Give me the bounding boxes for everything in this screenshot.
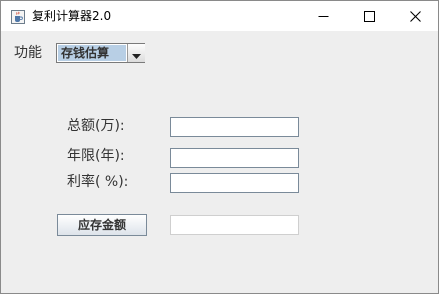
function-label: 功能 — [14, 45, 42, 61]
maximize-button[interactable] — [346, 1, 392, 31]
function-dropdown-arrow[interactable] — [127, 44, 145, 62]
close-button[interactable] — [392, 1, 438, 31]
years-label: 年限(年): — [67, 148, 125, 164]
main-panel: 功能 存钱估算 总额(万): 年限(年): 利率( %): 应存金额 — [1, 31, 438, 293]
total-amount-input[interactable] — [170, 117, 299, 137]
maximize-icon — [363, 10, 375, 22]
years-input[interactable] — [170, 148, 299, 168]
function-dropdown[interactable]: 存钱估算 — [56, 43, 145, 63]
java-coffee-cup-icon[interactable] — [11, 9, 25, 24]
function-dropdown-value[interactable]: 存钱估算 — [58, 45, 126, 61]
rate-input[interactable] — [170, 173, 299, 193]
window-title: 复利计算器2.0 — [32, 9, 112, 23]
result-output-field[interactable] — [170, 215, 299, 235]
calculate-deposit-button[interactable]: 应存金额 — [57, 214, 147, 236]
rate-label: 利率( %): — [67, 174, 129, 190]
chevron-down-icon — [132, 44, 141, 63]
close-icon — [409, 10, 421, 22]
minimize-icon — [318, 11, 329, 22]
total-amount-label: 总额(万): — [67, 118, 125, 134]
minimize-button[interactable] — [300, 1, 346, 31]
app-window: 复利计算器2.0 功能 存钱估算 总额(万): 年限(年): 利率(%): 应… — [0, 0, 439, 294]
title-bar[interactable]: 复利计算器2.0 — [1, 1, 438, 31]
